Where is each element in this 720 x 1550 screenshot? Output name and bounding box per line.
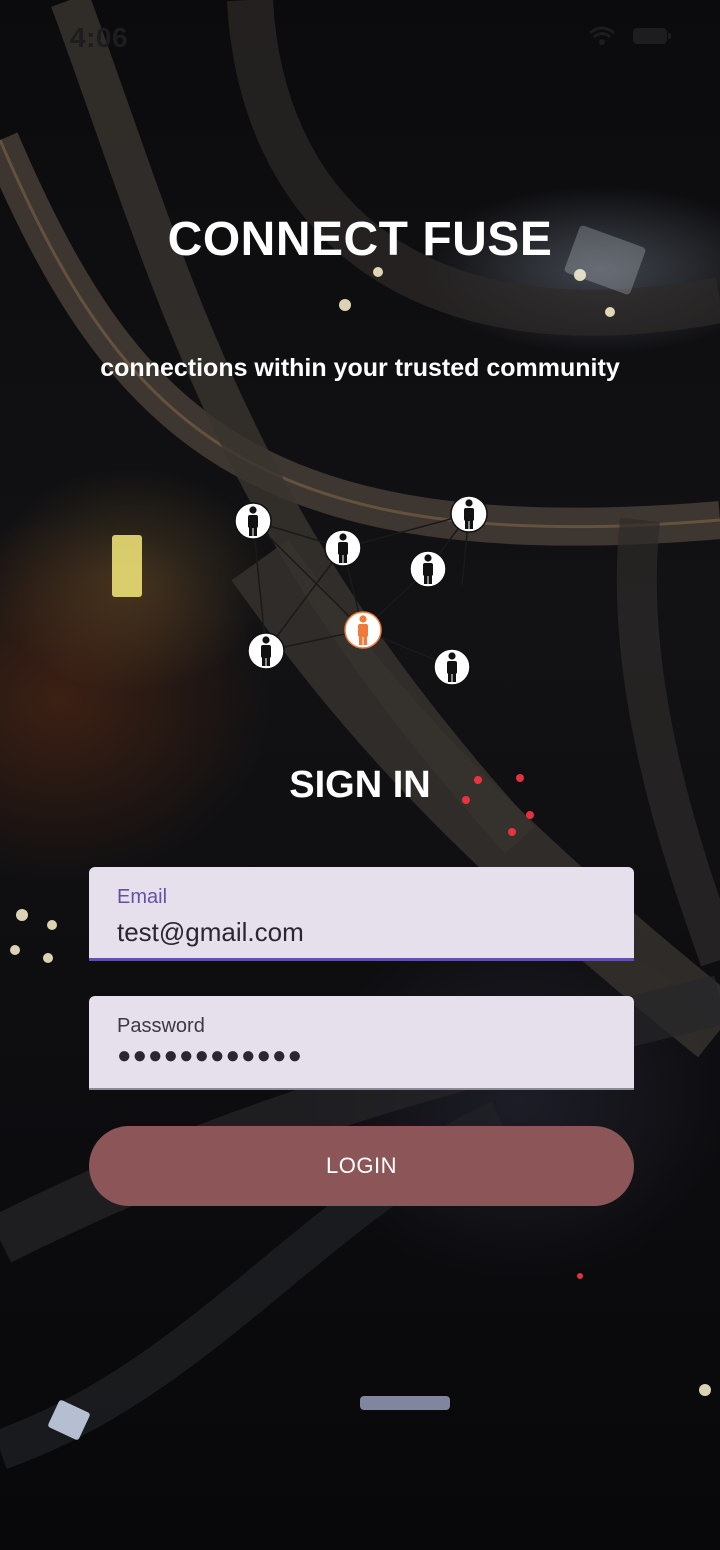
- person-node: [324, 529, 362, 567]
- person-node: [247, 632, 285, 670]
- person-node: [450, 495, 488, 533]
- app-title: CONNECT FUSE: [167, 213, 553, 266]
- tagline: connections within your trusted communit…: [100, 354, 620, 382]
- password-label: Password: [117, 1015, 205, 1037]
- person-node-highlighted: [344, 611, 382, 649]
- email-input[interactable]: test@gmail.com: [117, 917, 304, 948]
- community-network-graphic: [234, 495, 488, 686]
- email-label: Email: [117, 886, 168, 908]
- wifi-icon: [588, 26, 616, 51]
- sign-in-screen: 4:06 CONNECT FUSE connections within you…: [0, 0, 720, 1550]
- status-time: 4:06: [70, 22, 129, 53]
- sign-in-heading: SIGN IN: [289, 764, 431, 806]
- login-button[interactable]: LOGIN: [89, 1126, 634, 1206]
- person-node: [433, 648, 471, 686]
- status-icons: [588, 26, 672, 51]
- password-input[interactable]: ●●●●●●●●●●●●: [117, 1042, 303, 1070]
- email-field[interactable]: Email test@gmail.com: [89, 867, 634, 961]
- battery-icon: [632, 26, 672, 51]
- person-node: [409, 550, 447, 588]
- person-node: [234, 502, 272, 540]
- password-field[interactable]: Password ●●●●●●●●●●●●: [89, 996, 634, 1090]
